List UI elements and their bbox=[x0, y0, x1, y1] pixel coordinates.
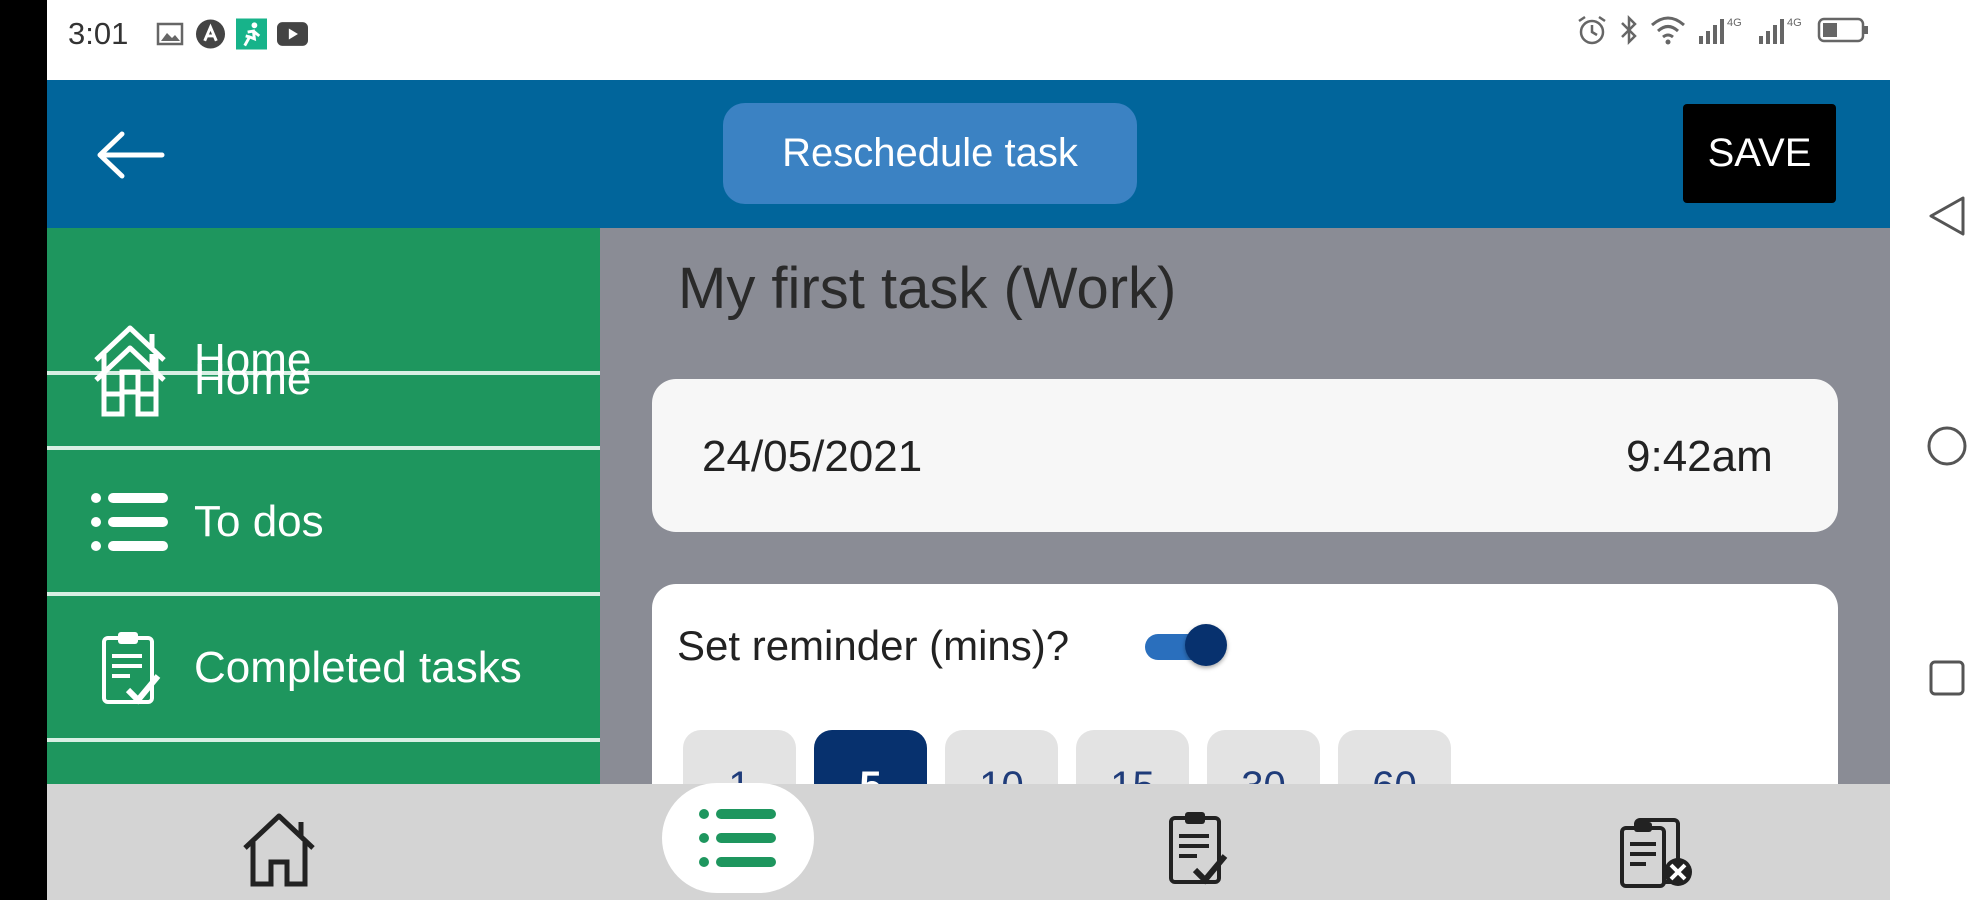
sidebar-item-completed[interactable]: Completed tasks bbox=[47, 598, 600, 738]
list-icon bbox=[698, 806, 778, 875]
arrow-left-icon bbox=[94, 131, 166, 184]
reminder-toggle[interactable] bbox=[1143, 624, 1227, 666]
image-icon bbox=[154, 19, 185, 50]
triangle-back-icon bbox=[1927, 194, 1967, 243]
time-field[interactable]: 9:42am bbox=[1626, 432, 1773, 482]
square-recents-icon bbox=[1927, 658, 1967, 703]
exit-run-icon bbox=[236, 18, 267, 50]
device-bezel bbox=[0, 0, 47, 900]
system-back-button[interactable] bbox=[1925, 196, 1969, 240]
battery-icon bbox=[1817, 16, 1871, 49]
youtube-icon bbox=[277, 19, 308, 50]
bottom-nav-cancelled[interactable] bbox=[1613, 800, 1703, 900]
list-icon bbox=[87, 490, 172, 554]
screen-title: Reschedule task bbox=[723, 103, 1137, 204]
clipboard-check-icon bbox=[87, 628, 172, 708]
clipboard-check-icon bbox=[1165, 808, 1229, 893]
signal-4g-icon: 4G bbox=[1697, 14, 1747, 51]
sidebar-item-todos[interactable]: To dos bbox=[47, 452, 600, 592]
divider bbox=[47, 592, 600, 596]
sidebar-item-label: Home bbox=[194, 354, 312, 404]
status-notification-icons bbox=[154, 16, 308, 52]
reminder-label: Set reminder (mins)? bbox=[677, 622, 1070, 669]
wifi-icon bbox=[1649, 15, 1687, 50]
home-icon bbox=[239, 808, 319, 893]
date-field[interactable]: 24/05/2021 bbox=[702, 432, 922, 482]
status-time: 3:01 bbox=[68, 16, 129, 51]
system-home-button[interactable] bbox=[1925, 426, 1969, 470]
divider bbox=[47, 446, 600, 450]
divider bbox=[47, 738, 600, 742]
home-icon bbox=[87, 340, 172, 420]
bottom-nav-completed[interactable] bbox=[1152, 800, 1242, 900]
back-button[interactable] bbox=[90, 122, 170, 192]
save-button[interactable]: SAVE bbox=[1683, 104, 1836, 203]
alarm-icon bbox=[1575, 14, 1609, 51]
bluetooth-icon bbox=[1619, 14, 1639, 51]
svg-text:4G: 4G bbox=[1787, 17, 1802, 29]
clipboard-cancel-icon bbox=[1618, 808, 1698, 893]
sidebar-item-home[interactable]: Home bbox=[47, 308, 600, 451]
app-a-icon bbox=[195, 19, 226, 50]
status-system-icons: 4G 4G bbox=[1575, 14, 1871, 51]
bottom-nav-home[interactable] bbox=[234, 800, 324, 900]
sidebar-item-label: To dos bbox=[194, 497, 324, 546]
signal-4g-icon: 4G bbox=[1757, 14, 1807, 51]
task-title: My first task (Work) bbox=[678, 256, 1177, 321]
bottom-nav-todos[interactable] bbox=[693, 790, 783, 890]
svg-text:4G: 4G bbox=[1727, 17, 1742, 29]
system-recents-button[interactable] bbox=[1925, 658, 1969, 702]
sidebar-item-label: Completed tasks bbox=[194, 643, 522, 692]
toggle-knob bbox=[1185, 624, 1227, 666]
circle-home-icon bbox=[1925, 424, 1969, 473]
